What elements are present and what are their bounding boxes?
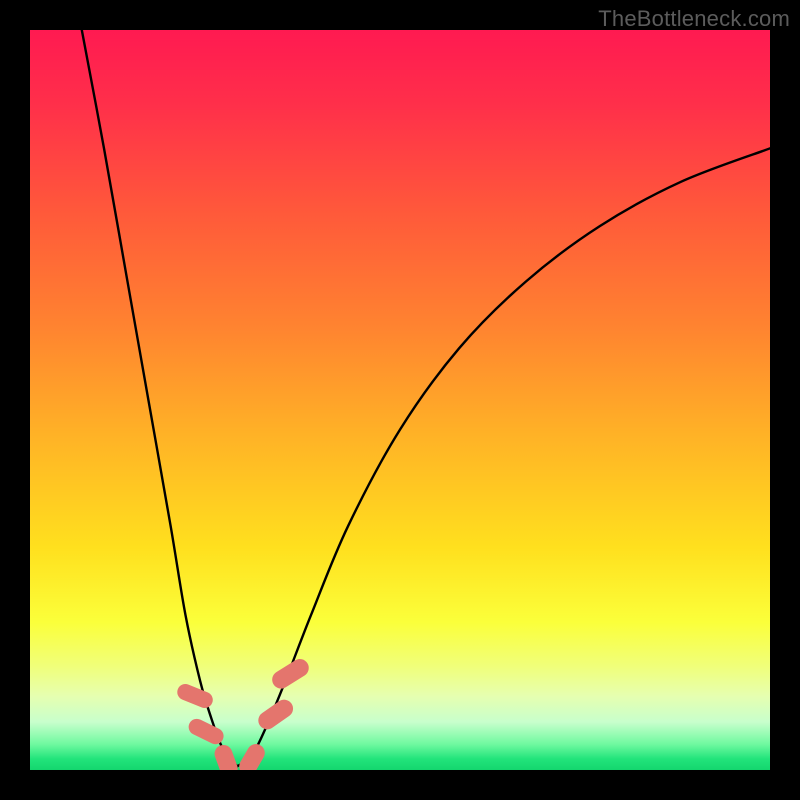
bottleneck-curve-left (82, 30, 237, 766)
marker-left-upper (175, 682, 215, 711)
watermark-text: TheBottleneck.com (598, 6, 790, 32)
marker-right-upper (269, 656, 312, 692)
app-frame: TheBottleneck.com (0, 0, 800, 800)
curve-markers (175, 656, 312, 770)
plot-area (30, 30, 770, 770)
marker-right-lower (255, 696, 297, 733)
marker-left-lower (186, 716, 226, 747)
marker-bottom-left (212, 742, 240, 770)
marker-bottom-right (236, 741, 268, 770)
bottleneck-curve-right (237, 148, 770, 766)
curve-layer (30, 30, 770, 770)
